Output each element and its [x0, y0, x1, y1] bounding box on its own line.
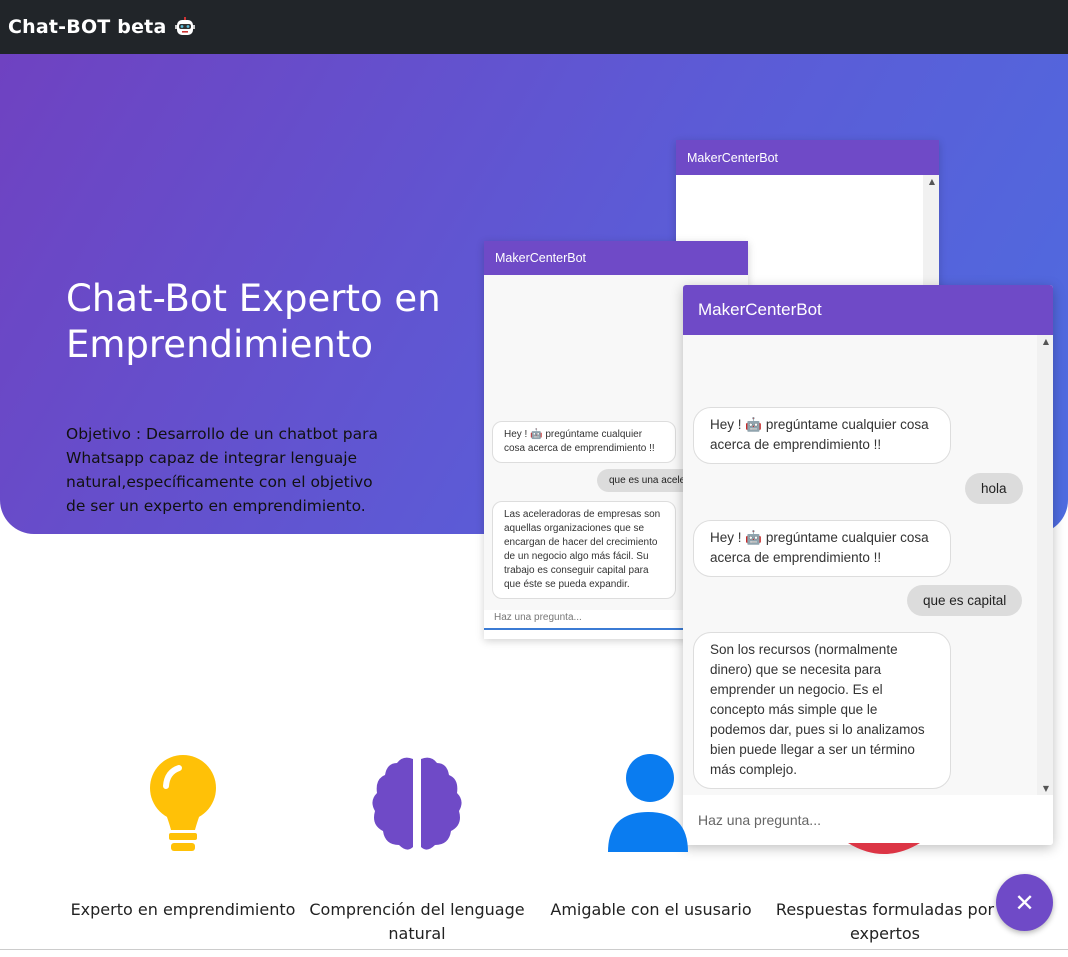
chat-header: MakerCenterBot	[676, 140, 939, 175]
divider	[0, 949, 1068, 950]
bot-message: Hey ! 🤖 pregúntame cualquier cosa acerca…	[492, 421, 676, 463]
chat-title: MakerCenterBot	[495, 251, 587, 265]
scroll-up-arrow-icon[interactable]: ▲	[1043, 337, 1049, 346]
feature-label-friendly: Amigable con el ususario	[550, 900, 752, 919]
chat-input[interactable]: Haz una pregunta...	[683, 795, 1053, 845]
hero-title: Chat-Bot Experto en Emprendimiento	[66, 277, 441, 366]
feature-label-nlp: Comprención del lenguage natural	[309, 900, 525, 943]
navbar: Chat-BOT beta	[0, 0, 1068, 54]
brand-title[interactable]: Chat-BOT beta	[8, 16, 166, 38]
bot-message: Las aceleradoras de empresas son aquella…	[492, 501, 676, 599]
chat-header: MakerCenterBot	[683, 285, 1053, 335]
robot-icon	[174, 16, 196, 38]
scroll-up-arrow-icon[interactable]: ▲	[929, 177, 935, 186]
scrollbar[interactable]: ▲	[923, 175, 939, 300]
close-icon: ✕	[1014, 888, 1035, 917]
user-message: que es capital	[907, 585, 1023, 616]
scroll-down-arrow-icon[interactable]: ▼	[1043, 784, 1049, 793]
chat-input[interactable]: Haz una pregunta...	[484, 612, 684, 630]
scrollbar[interactable]: ▲ ▼	[1037, 335, 1053, 795]
bot-message: Hey ! 🤖 pregúntame cualquier cosa acerca…	[693, 407, 951, 464]
feature-label-answers: Respuestas formuladas por expertos	[775, 900, 995, 943]
feature-label-expert: Experto en emprendimiento	[70, 900, 296, 919]
brain-icon	[369, 755, 465, 855]
user-message: hola	[965, 473, 1023, 504]
chat-body: Hey ! 🤖 pregúntame cualquier cosa acerca…	[683, 335, 1053, 795]
circle-icon	[848, 840, 920, 859]
hero-description: Objetivo : Desarrollo de un chatbot para…	[66, 425, 379, 515]
chat-title: MakerCenterBot	[687, 150, 779, 165]
chat-window-front: MakerCenterBot Hey ! 🤖 pregúntame cualqu…	[683, 285, 1053, 845]
bot-message: Hey ! 🤖 pregúntame cualquier cosa acerca…	[693, 520, 951, 577]
close-chat-button[interactable]: ✕	[996, 874, 1053, 931]
user-icon	[608, 754, 688, 856]
chat-title: MakerCenterBot	[698, 300, 822, 319]
bot-message: Son los recursos (normalmente dinero) qu…	[693, 632, 951, 789]
chat-header: MakerCenterBot	[484, 241, 748, 275]
lightbulb-icon	[149, 754, 217, 856]
